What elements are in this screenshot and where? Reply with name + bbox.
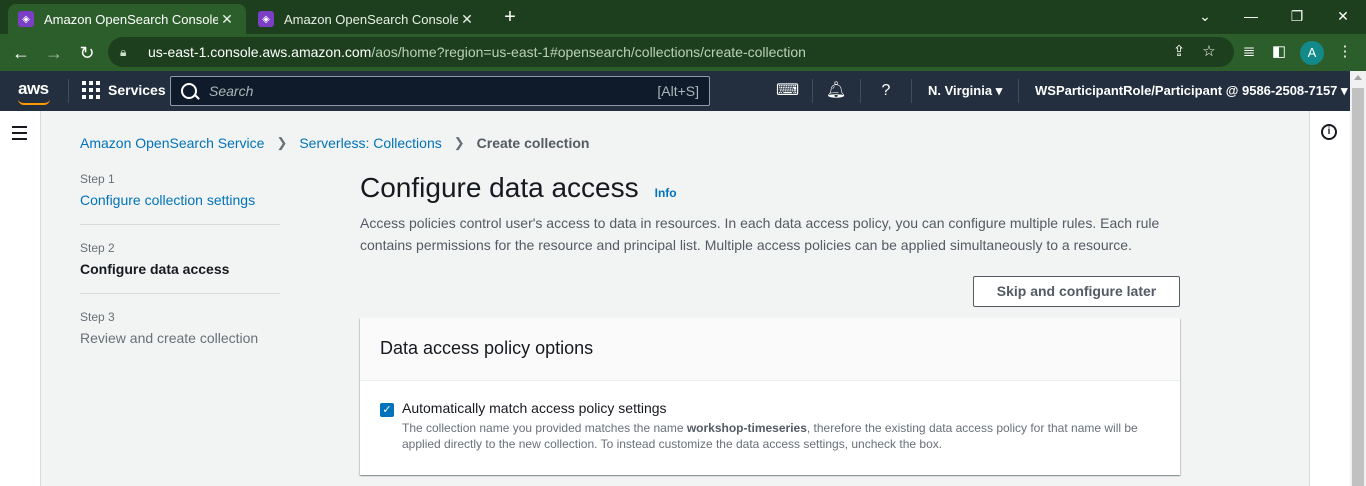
new-tab-button[interactable]: + [498,6,522,30]
aws-smile-icon [18,99,50,105]
side-panel-icon[interactable]: ◧ [1266,39,1292,65]
checkbox-content: Automatically match access policy settin… [402,400,1162,452]
skip-configure-later-button[interactable]: Skip and configure later [973,276,1180,307]
help-panel-rail: i [1309,111,1350,486]
panel-body: ✓ Automatically match access policy sett… [360,381,1180,452]
step-link[interactable]: Configure collection settings [80,192,280,208]
info-icon[interactable]: i [1321,124,1337,140]
region-label: N. Virginia [928,83,993,98]
url-path: /aos/home?region=us-east-1#opensearch/co… [371,44,806,60]
chevron-right-icon: ❯ [276,135,288,150]
address-bar[interactable]: 🔒︎ us-east-1.console.aws.amazon.com/aos/… [108,37,1234,67]
menu-hamburger-icon[interactable] [12,126,27,144]
tab-strip: ◈ Amazon OpenSearch Console ✕ ◈ Amazon O… [0,0,1366,34]
aws-search-box[interactable]: [Alt+S] [170,76,710,106]
search-icon [181,83,197,99]
auto-match-checkbox[interactable]: ✓ [380,403,394,417]
browser-menu-icon[interactable]: ⋮ [1332,39,1358,65]
step-disabled: Review and create collection [80,330,259,346]
aws-logo[interactable]: aws [18,79,50,105]
info-link[interactable]: Info [655,186,677,200]
nav-divider [1018,79,1019,103]
reload-icon[interactable]: ↻ [74,40,100,66]
reading-list-icon[interactable]: ≣ [1236,39,1262,65]
minimize-icon[interactable]: — [1236,4,1266,28]
services-menu-button[interactable]: Services [82,81,166,99]
desc-text: The collection name you provided matches… [402,421,687,435]
caret-down-icon: ▾ [1341,83,1348,98]
help-icon[interactable]: ? [875,80,897,102]
close-tab-icon[interactable]: ✕ [218,11,236,28]
checkbox-description: The collection name you provided matches… [402,420,1162,452]
panel-title: Data access policy options [360,318,1180,381]
step-number: Step 1 [80,172,115,186]
close-window-icon[interactable]: ✕ [1328,4,1358,28]
caret-down-icon: ▾ [995,83,1003,98]
step-current: Configure data access [80,261,230,277]
cloudshell-icon[interactable]: ⌨ [776,80,799,102]
step-number: Step 3 [80,310,115,324]
side-navigation-rail [0,111,41,486]
page-scrollbar[interactable] [1350,71,1366,486]
aws-logo-text: aws [18,79,49,98]
step-number: Step 2 [80,241,115,255]
scrollbar-thumb[interactable] [1352,88,1364,486]
nav-divider [860,79,861,103]
browser-toolbar: ← → ↻ 🔒︎ us-east-1.console.aws.amazon.co… [0,34,1366,71]
close-tab-icon[interactable]: ✕ [458,11,476,28]
back-arrow-icon[interactable]: ← [8,40,34,66]
breadcrumb-link[interactable]: Amazon OpenSearch Service [80,135,264,151]
restore-icon[interactable]: ❐ [1282,4,1312,28]
services-label: Services [108,82,166,98]
tab-search-icon[interactable]: ⌄ [1190,4,1220,28]
search-shortcut-hint: [Alt+S] [657,83,699,99]
profile-avatar[interactable]: A [1300,41,1324,65]
breadcrumb-current: Create collection [476,135,590,151]
region-selector[interactable]: N. Virginia ▾ [928,83,1002,99]
grid-icon [82,81,100,99]
bookmark-star-icon[interactable]: ☆ [1196,39,1222,65]
page-header: Configure data access Info [360,172,677,204]
page-title: Configure data access [360,172,639,203]
account-label: WSParticipantRole/Participant @ 9586-250… [1035,83,1338,98]
wizard-step: Step 2 Configure data access [80,241,280,294]
wizard-steps: Step 1 Configure collection settings Ste… [80,172,280,378]
share-icon[interactable]: ⇪ [1166,39,1192,65]
scroll-up-arrow-icon[interactable] [1354,75,1362,80]
nav-divider [68,79,69,103]
page-description: Access policies control user's access to… [360,215,1160,253]
chevron-right-icon: ❯ [453,135,465,150]
nav-divider [812,79,813,103]
notifications-bell-icon[interactable]: 🔔︎ [825,80,847,102]
breadcrumb: Amazon OpenSearch Service ❯ Serverless: … [80,135,589,151]
lock-icon: 🔒︎ [120,44,127,59]
aws-top-nav: aws Services [Alt+S] ⌨ 🔔︎ ? N. Virginia … [0,71,1350,111]
opensearch-favicon-icon: ◈ [18,11,34,27]
breadcrumb-link[interactable]: Serverless: Collections [299,135,441,151]
tab-title: Amazon OpenSearch Console [284,11,458,27]
search-input[interactable] [209,83,658,99]
url-host: us-east-1.console.aws.amazon.com [148,44,372,60]
wizard-step: Step 1 Configure collection settings [80,172,280,225]
wizard-step: Step 3 Review and create collection [80,310,280,362]
nav-divider [911,79,912,103]
browser-tab-active[interactable]: ◈ Amazon OpenSearch Console ✕ [8,4,246,34]
browser-frame: ◈ Amazon OpenSearch Console ✕ ◈ Amazon O… [0,0,1366,71]
opensearch-favicon-icon: ◈ [258,11,274,27]
tab-title: Amazon OpenSearch Console [44,11,218,27]
data-access-options-panel: Data access policy options ✓ Automatical… [360,318,1180,475]
browser-tab[interactable]: ◈ Amazon OpenSearch Console ✕ [248,4,486,34]
checkbox-label[interactable]: Automatically match access policy settin… [402,400,1162,416]
account-menu[interactable]: WSParticipantRole/Participant @ 9586-250… [1035,83,1348,99]
collection-name: workshop-timeseries [686,421,807,435]
forward-arrow-icon[interactable]: → [41,40,67,66]
